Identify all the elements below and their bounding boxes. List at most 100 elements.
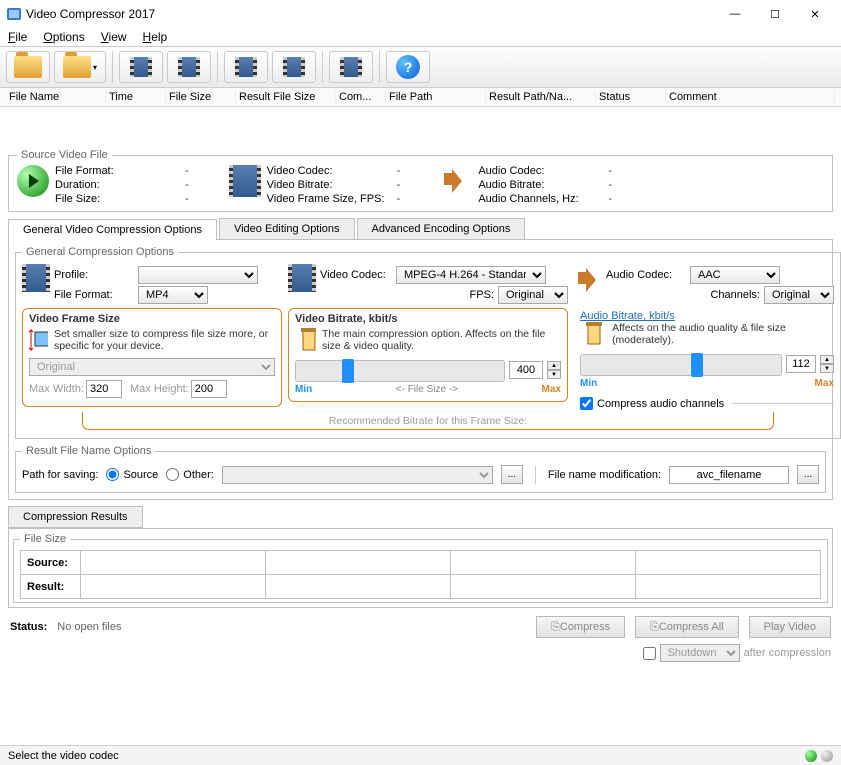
filename-mod-input[interactable] [669,466,789,484]
folder-icon [63,56,91,78]
results-tabs: Compression Results [8,506,833,528]
bottom-bar: Status: No open files ⎘ Compress ⎘ Compr… [0,612,841,642]
options-pane: General Compression Options Profile: Fil… [8,240,833,500]
film-icon [288,264,316,292]
video-file-icon [17,165,49,197]
path-other-radio[interactable] [166,468,179,481]
tab-editing[interactable]: Video Editing Options [219,218,355,239]
video-bitrate-down[interactable]: ▼ [547,370,561,379]
col-filesize[interactable]: File Size [166,91,236,103]
speaker-icon [440,165,472,197]
fps-select[interactable]: Original [498,286,568,304]
pause-button[interactable] [224,51,268,83]
results-pane: File Size Source: Result: [8,528,833,608]
audio-bitrate-down[interactable]: ▼ [820,364,834,373]
stop-button[interactable] [272,51,316,83]
audio-bitrate-slider[interactable] [580,354,782,376]
close-button[interactable]: ✕ [795,0,835,28]
profile-select[interactable] [138,266,258,284]
play-button[interactable] [119,51,163,83]
compress-all-button[interactable]: ⎘ Compress All [635,616,739,638]
table-row: Result: [21,575,821,599]
channels-select[interactable]: Original [764,286,834,304]
path-source-radio[interactable] [106,468,119,481]
resize-icon [29,328,48,352]
audio-bitrate-input[interactable] [786,355,816,373]
recommended-bitrate-label: Recommended Bitrate for this Frame Size: [82,412,774,430]
maximize-button[interactable]: ☐ [755,0,795,28]
compress-button[interactable]: ⎘ Compress [536,616,625,638]
video-frame-size-box: Video Frame Size Set smaller size to com… [22,308,282,407]
file-list[interactable] [0,107,841,143]
film-play-icon [130,57,152,77]
film-stop-icon [283,57,305,77]
compress-icon [295,328,316,352]
browse-path-button[interactable]: ... [501,465,523,484]
results-table: Source: Result: [20,550,821,599]
after-action-select[interactable]: Shutdown [660,644,740,662]
menu-view[interactable]: View [101,30,127,44]
filesize-group: File Size Source: Result: [13,533,828,603]
video-bitrate-input[interactable] [509,361,543,379]
film-preview-icon [340,57,362,77]
tab-general[interactable]: General Video Compression Options [8,219,217,240]
status-led-grey [821,750,833,762]
source-video-file-group: Source Video File File Format:- Duration… [8,149,833,212]
compress-icon [580,322,606,346]
col-comment[interactable]: Comment [666,91,835,103]
play-all-button[interactable] [167,51,211,83]
tab-compression-results[interactable]: Compression Results [8,506,143,528]
col-resultfilesize[interactable]: Result File Size [236,91,336,103]
filename-mod-button[interactable]: ... [797,465,819,484]
window-title: Video Compressor 2017 [26,7,715,21]
video-bitrate-up[interactable]: ▲ [547,361,561,370]
menu-file[interactable]: File [8,30,27,44]
status-led-green [805,750,817,762]
help-icon: ? [396,55,420,79]
col-com[interactable]: Com... [336,91,386,103]
preview-button[interactable] [329,51,373,83]
col-filename[interactable]: File Name [6,91,106,103]
open-file-button[interactable] [6,51,50,83]
video-bitrate-box: Video Bitrate, kbit/s The main compressi… [288,308,568,402]
other-path-select[interactable] [222,466,493,484]
max-height-input[interactable] [191,380,227,398]
audio-codec-select[interactable]: AAC [690,266,780,284]
titlebar: Video Compressor 2017 — ☐ ✕ [0,0,841,28]
help-button[interactable]: ? [386,51,430,83]
col-resultpath[interactable]: Result Path/Na... [486,91,596,103]
table-row: Source: [21,551,821,575]
tab-advanced[interactable]: Advanced Encoding Options [357,218,526,239]
app-icon [6,6,22,22]
compress-audio-checkbox[interactable] [580,397,593,410]
audio-bitrate-box: Audio Bitrate, kbit/s Affects on the aud… [574,308,834,410]
film-pause-icon [235,57,257,77]
max-width-input[interactable] [86,380,122,398]
film-play-all-icon [178,57,200,77]
film-icon [22,264,50,292]
film-icon [229,165,261,197]
video-bitrate-slider[interactable] [295,360,505,382]
general-compression-group: General Compression Options Profile: Fil… [15,246,841,439]
options-tabs: General Video Compression Options Video … [8,218,833,240]
result-filename-group: Result File Name Options Path for saving… [15,445,826,493]
open-folder-button[interactable]: ▾ [54,51,106,83]
after-compression-row: Shutdown after compression [0,644,841,664]
video-codec-select[interactable]: MPEG-4 H.264 - Standar [396,266,546,284]
menubar: File Options View Help [0,28,841,47]
menu-options[interactable]: Options [43,30,84,44]
play-video-button[interactable]: Play Video [749,616,831,638]
speaker-icon [574,264,602,292]
fileformat-select[interactable]: MP4 [138,286,208,304]
frame-size-preset-select[interactable]: Original [29,358,275,376]
col-time[interactable]: Time [106,91,166,103]
status-text: No open files [57,621,121,633]
col-status[interactable]: Status [596,91,666,103]
statusbar: Select the video codec [0,745,841,765]
statusbar-text: Select the video codec [8,750,119,762]
menu-help[interactable]: Help [143,30,168,44]
audio-bitrate-up[interactable]: ▲ [820,355,834,364]
after-action-checkbox[interactable] [643,647,656,660]
minimize-button[interactable]: — [715,0,755,28]
col-filepath[interactable]: File Path [386,91,486,103]
